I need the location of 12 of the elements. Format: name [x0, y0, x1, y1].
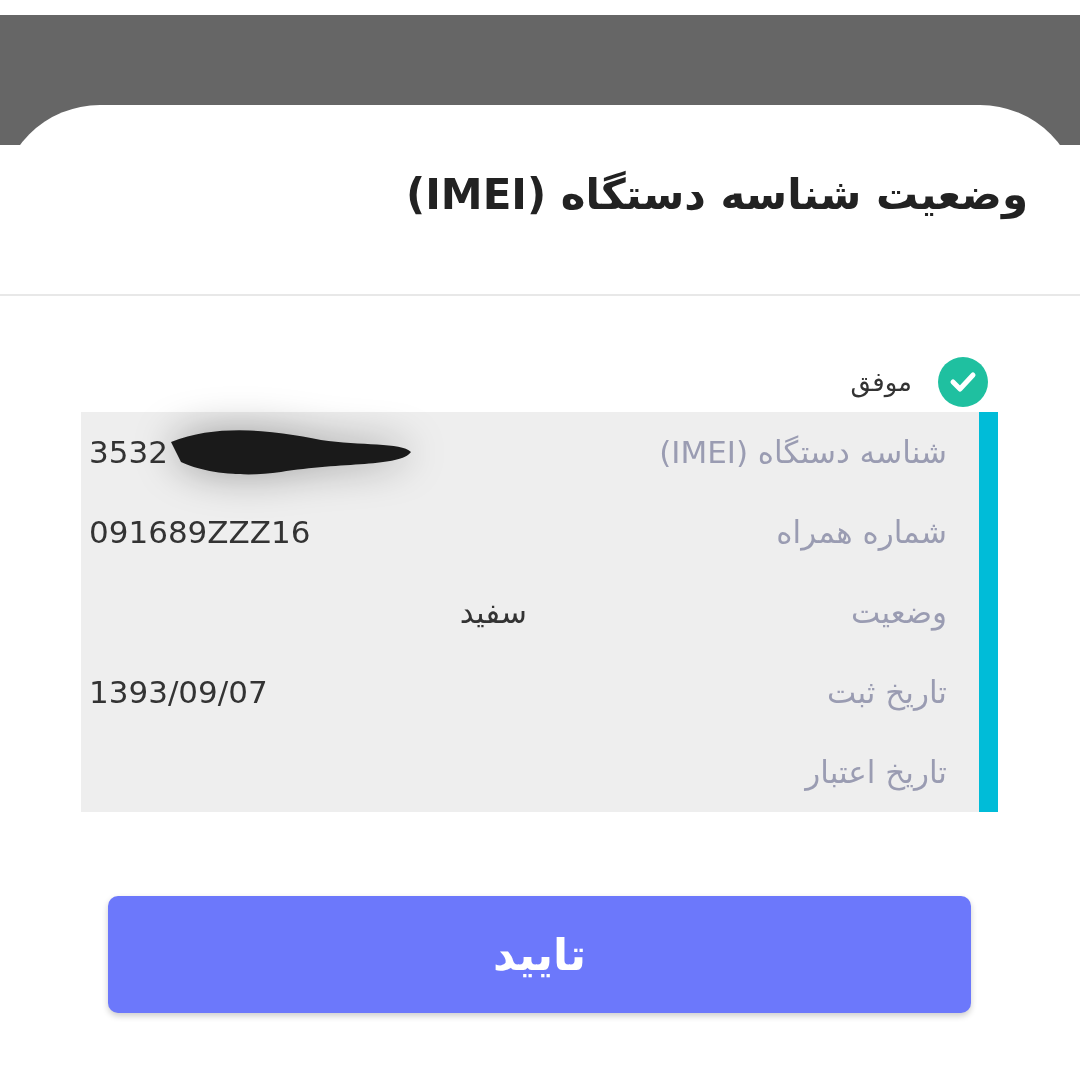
- field-label: تاریخ اعتبار: [803, 754, 947, 790]
- field-value: 1393/09/07: [89, 674, 269, 710]
- field-label: تاریخ ثبت: [826, 674, 947, 710]
- field-label: وضعیت: [849, 594, 947, 630]
- field-value: 3532: [89, 434, 169, 470]
- dialog-title: وضعیت شناسه دستگاه (IMEI): [406, 170, 1028, 219]
- field-label: شماره همراه: [775, 514, 947, 550]
- field-label: شناسه دستگاه (IMEI): [658, 434, 947, 470]
- field-value: سفید: [458, 594, 527, 630]
- status-text: موفق: [850, 367, 912, 397]
- field-value: 091689ZZZ16: [89, 514, 312, 550]
- confirm-button[interactable]: تایید: [108, 896, 971, 1013]
